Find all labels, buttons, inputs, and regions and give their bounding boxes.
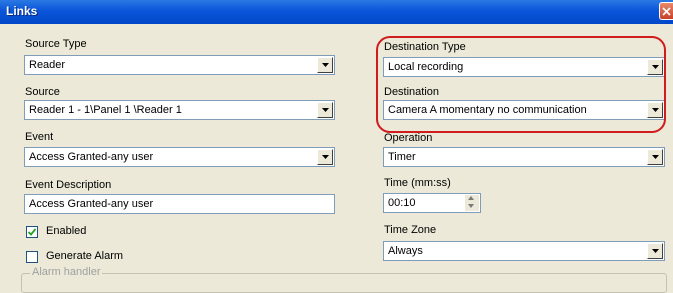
source-label: Source: [25, 86, 60, 98]
destination-label: Destination: [384, 86, 440, 98]
event-select[interactable]: Access Granted-any user: [24, 147, 335, 167]
time-label: Time (mm:ss): [384, 177, 451, 189]
event-dropdown-button[interactable]: [317, 149, 333, 165]
operation-label: Operation: [384, 132, 433, 144]
chevron-up-icon: [468, 196, 474, 200]
source-select[interactable]: Reader 1 - 1\Panel 1 \Reader 1: [24, 100, 335, 120]
window-title: Links: [6, 4, 38, 18]
source-type-value: Reader: [29, 59, 66, 71]
enabled-label: Enabled: [46, 225, 87, 237]
destination-select[interactable]: Camera A momentary no communication: [383, 100, 665, 120]
title-bar: Links: [0, 0, 673, 24]
time-zone-label: Time Zone: [384, 224, 437, 236]
time-increment-button[interactable]: [465, 195, 479, 203]
checkmark-icon: [28, 228, 36, 236]
time-zone-dropdown-button[interactable]: [647, 243, 663, 259]
source-type-select[interactable]: Reader: [24, 55, 335, 75]
time-spinner[interactable]: 00:10: [383, 193, 481, 213]
destination-type-label: Destination Type: [384, 41, 466, 53]
time-value: 00:10: [388, 197, 416, 209]
event-description-input[interactable]: Access Granted-any user: [24, 194, 335, 214]
chevron-down-icon: [322, 63, 329, 67]
event-description-label: Event Description: [25, 179, 112, 191]
destination-dropdown-button[interactable]: [647, 102, 663, 118]
generate-alarm-checkbox[interactable]: [26, 251, 38, 263]
operation-value: Timer: [388, 151, 416, 163]
time-zone-value: Always: [388, 245, 423, 257]
destination-type-value: Local recording: [388, 61, 464, 73]
operation-select[interactable]: Timer: [383, 147, 665, 167]
operation-dropdown-button[interactable]: [647, 149, 663, 165]
source-type-label: Source Type: [25, 38, 87, 50]
source-dropdown-button[interactable]: [317, 102, 333, 118]
chevron-down-icon: [468, 204, 474, 208]
alarm-handler-label: Alarm handler: [30, 266, 103, 278]
chevron-down-icon: [322, 108, 329, 112]
event-label: Event: [25, 131, 54, 143]
chevron-down-icon: [652, 249, 659, 253]
chevron-down-icon: [652, 108, 659, 112]
close-icon: [662, 7, 671, 16]
time-zone-select[interactable]: Always: [383, 241, 665, 261]
chevron-down-icon: [652, 65, 659, 69]
event-description-value: Access Granted-any user: [29, 198, 154, 210]
source-value: Reader 1 - 1\Panel 1 \Reader 1: [29, 104, 182, 116]
destination-type-dropdown-button[interactable]: [647, 59, 663, 75]
source-type-dropdown-button[interactable]: [317, 57, 333, 73]
close-button[interactable]: [659, 2, 673, 20]
destination-value: Camera A momentary no communication: [388, 104, 587, 116]
enabled-checkbox[interactable]: [26, 226, 38, 238]
alarm-handler-group: [21, 273, 667, 293]
time-decrement-button[interactable]: [465, 203, 479, 211]
destination-type-select[interactable]: Local recording: [383, 57, 665, 77]
chevron-down-icon: [652, 155, 659, 159]
chevron-down-icon: [322, 155, 329, 159]
event-value: Access Granted-any user: [29, 151, 154, 163]
generate-alarm-label: Generate Alarm: [46, 250, 124, 262]
